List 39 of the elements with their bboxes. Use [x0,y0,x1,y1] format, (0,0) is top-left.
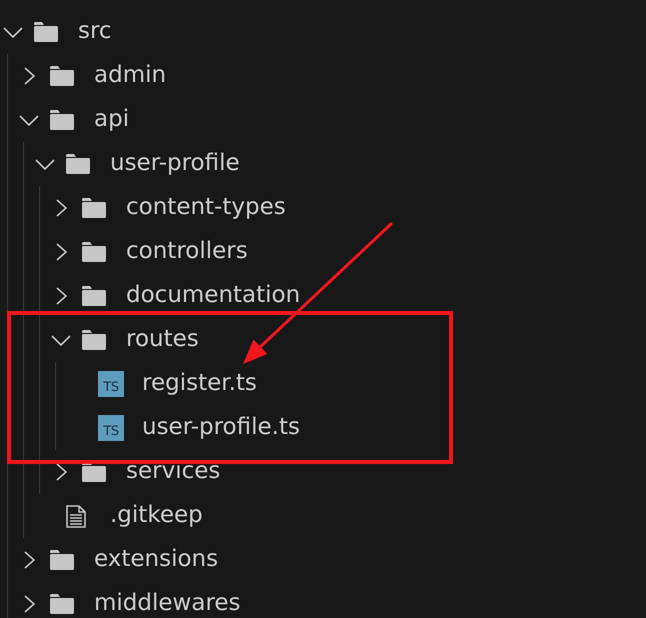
folder-name[interactable]: content-types [126,194,286,222]
folder-name[interactable]: middlewares [94,590,241,618]
folder-name[interactable]: extensions [94,546,218,574]
folder-name[interactable]: documentation [126,282,300,310]
chevron-icon[interactable] [35,158,55,170]
folder-icon [50,66,74,86]
folder-name[interactable]: user-profile [110,150,240,178]
document-icon [66,504,86,528]
chevron-icon[interactable] [24,551,34,569]
file-name[interactable]: user-profile.ts [142,414,300,442]
file-type-badge: TS [98,415,124,441]
file-name[interactable]: .gitkeep [110,502,203,530]
chevron-icon[interactable] [56,199,66,217]
file-name[interactable]: register.ts [142,370,257,398]
file-type-badge: TS [98,371,124,397]
folder-name[interactable]: api [94,106,130,134]
chevron-icon[interactable] [24,67,34,85]
folder-name[interactable]: admin [94,62,166,90]
folder-icon [82,198,106,218]
folder-icon [82,330,106,350]
chevron-icon[interactable] [56,243,66,261]
folder-icon [82,286,106,306]
folder-icon [50,550,74,570]
chevron-icon[interactable] [19,114,39,126]
folder-name[interactable]: src [78,18,112,46]
folder-icon [50,594,74,614]
folder-icon [50,110,74,130]
folder-icon [82,462,106,482]
chevron-icon[interactable] [51,334,71,346]
chevron-icon[interactable] [3,26,23,38]
folder-icon [82,242,106,262]
folder-icon [34,22,58,42]
folder-name[interactable]: controllers [126,238,248,266]
chevron-icon[interactable] [56,463,66,481]
folder-name[interactable]: routes [126,326,199,354]
folder-icon [66,154,90,174]
folder-name[interactable]: services [126,458,220,486]
chevron-icon[interactable] [56,287,66,305]
chevron-icon[interactable] [24,595,34,613]
